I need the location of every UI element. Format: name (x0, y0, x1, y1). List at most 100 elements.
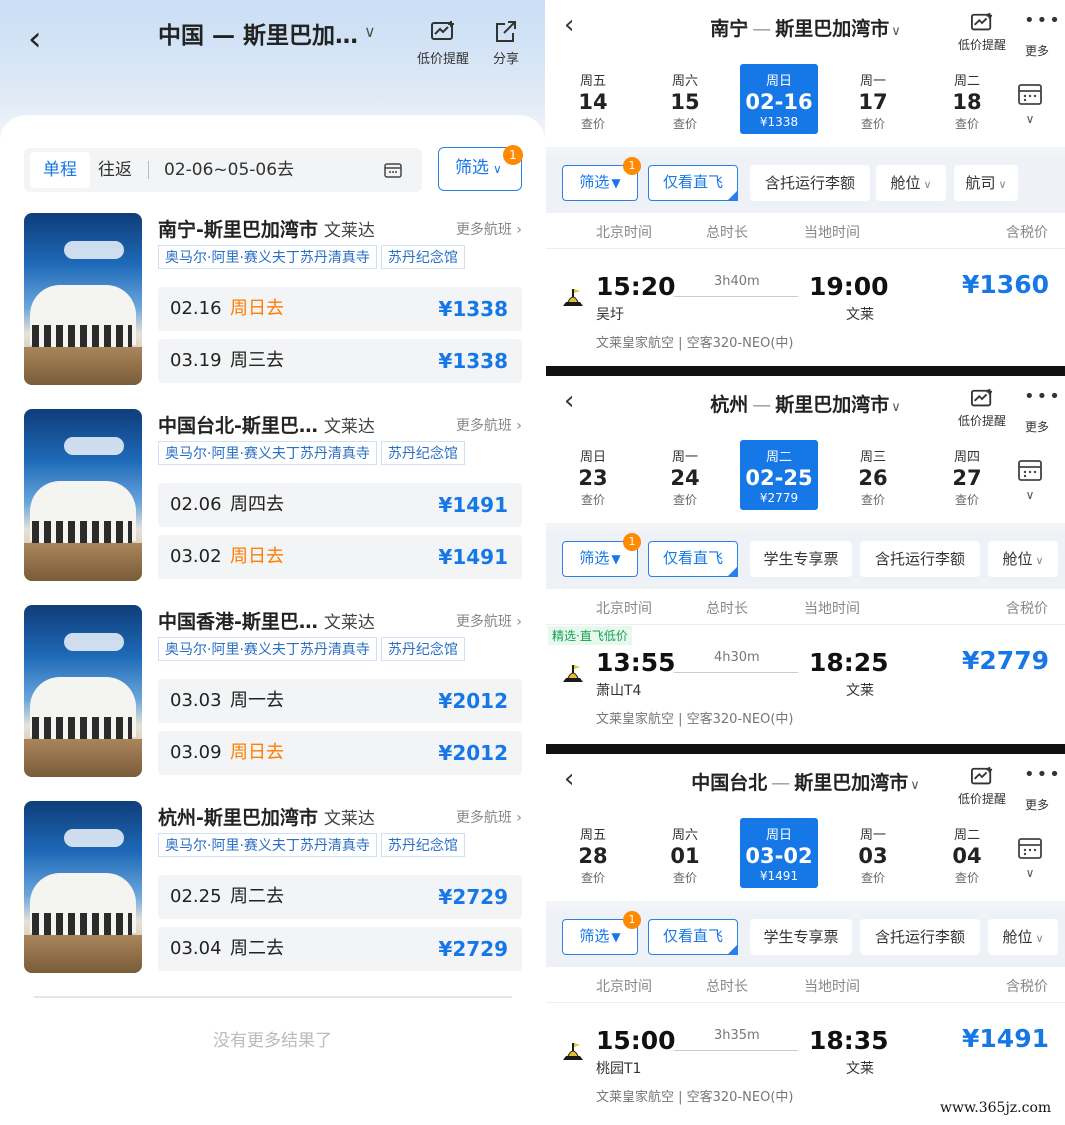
filter-chip[interactable]: 仅看直飞 (648, 919, 738, 955)
filter-chip[interactable]: 学生专享票 (750, 919, 852, 955)
tab-one-way[interactable]: 单程 (30, 152, 90, 188)
row-weekday: 周日去 (230, 742, 284, 763)
filter-chip[interactable]: 仅看直飞 (648, 541, 738, 577)
share-button[interactable]: 分享 (486, 20, 526, 67)
date-cell[interactable]: 周一 24 查价 (646, 440, 724, 510)
more-button[interactable]: ••• 更多 (1020, 388, 1060, 435)
more-button[interactable]: ••• 更多 (1020, 12, 1060, 59)
attraction-tag[interactable]: 奥马尔·阿里·赛义夫丁苏丹清真寺 (158, 637, 377, 661)
column-header: 含税价 (1006, 601, 1048, 617)
price-row[interactable]: 03.19 周三去 ¥1338 (158, 339, 522, 383)
date-price: ¥1491 (759, 869, 799, 883)
calendar-icon[interactable] (384, 162, 402, 178)
column-header: 当地时间 (804, 979, 860, 995)
date-cell[interactable]: 周五 28 查价 (554, 818, 632, 888)
attraction-tag[interactable]: 苏丹纪念馆 (380, 637, 465, 661)
chevron-down-icon: ∨ (891, 400, 901, 415)
date-cell[interactable]: 周六 15 查价 (646, 64, 724, 134)
date-weekday: 周日 (579, 450, 606, 465)
more-flights-link[interactable]: 更多航班 › (456, 219, 522, 239)
date-day: 02-16 (745, 90, 813, 114)
calendar-button[interactable]: ∨ (1016, 82, 1044, 132)
price-row[interactable]: 02.25 周二去 ¥2729 (158, 875, 522, 919)
chevron-down-icon: ∨ (1035, 932, 1044, 945)
date-cell[interactable]: 周一 17 查价 (834, 64, 912, 134)
price-alert-button[interactable]: 低价提醒 (954, 388, 1010, 429)
price-alert-button[interactable]: 低价提醒 (414, 20, 472, 67)
date-cell[interactable]: 周一 03 查价 (834, 818, 912, 888)
calendar-button[interactable]: ∨ (1016, 458, 1044, 508)
flight-row[interactable]: 15:00 桃园T1 3h35m 18:35 文莱 ¥1491 文莱皇家航空 |… (546, 1004, 1065, 1114)
route-card[interactable]: 杭州-斯里巴加湾市 文莱达 更多航班 › 奥马尔·阿里·赛义夫丁苏丹清真寺 苏丹纪念… (24, 801, 524, 976)
more-flights-label: 更多航班 (455, 810, 512, 826)
filter-chip[interactable]: 含托运行李额 (750, 165, 870, 201)
chevron-down-icon: ∨ (891, 24, 901, 39)
tab-round-trip[interactable]: 往返 (98, 148, 132, 192)
price-row[interactable]: 03.09 周日去 ¥2012 (158, 731, 522, 775)
price-row[interactable]: 03.04 周二去 ¥2729 (158, 927, 522, 971)
route-from: 杭州 (710, 394, 749, 416)
date-cell[interactable]: 周六 01 查价 (646, 818, 724, 888)
attraction-tag[interactable]: 奥马尔·阿里·赛义夫丁苏丹清真寺 (158, 441, 377, 465)
date-cell[interactable]: 周日 23 查价 (554, 440, 632, 510)
date-weekday: 周一 (859, 74, 886, 89)
date-price: 查价 (860, 117, 885, 131)
page-title[interactable]: 中国 — 斯里巴加… (158, 16, 358, 50)
date-day: 14 (578, 90, 608, 114)
back-icon[interactable]: ‹ (28, 22, 58, 56)
filter-chip[interactable]: 舱位 ∨ (988, 919, 1058, 955)
flight-row[interactable]: 精选·直飞低价 13:55 萧山T4 4h30m 18:25 文莱 ¥2779 … (546, 626, 1065, 736)
date-cell[interactable]: 周五 14 查价 (554, 64, 632, 134)
attraction-tag[interactable]: 奥马尔·阿里·赛义夫丁苏丹清真寺 (158, 245, 377, 269)
price-row[interactable]: 02.06 周四去 ¥1491 (158, 483, 522, 527)
attraction-tag[interactable]: 苏丹纪念馆 (380, 441, 465, 465)
route-card[interactable]: 中国香港-斯里巴… 文莱达 更多航班 › 奥马尔·阿里·赛义夫丁苏丹清真寺 苏丹纪念… (24, 605, 524, 780)
date-range[interactable]: 02-06~05-06去 (164, 148, 294, 192)
route-name: 中国台北-斯里巴… 文莱达 (158, 411, 375, 438)
no-more-results: 没有更多结果了 (213, 1031, 332, 1051)
chip-label: 舱位 (890, 174, 921, 192)
date-cell[interactable]: 周四 27 查价 (928, 440, 1006, 510)
date-cell[interactable]: 周二 04 查价 (928, 818, 1006, 888)
flight-row[interactable]: 15:20 吴圩 3h40m 19:00 文莱 ¥1360 文莱皇家航空 | 空… (546, 250, 1065, 360)
attraction-tag[interactable]: 奥马尔·阿里·赛义夫丁苏丹清真寺 (158, 833, 377, 857)
chevron-down-icon: ∨ (998, 178, 1007, 191)
date-cell[interactable]: 周日 03-02 ¥1491 (740, 818, 818, 888)
filter-chip[interactable]: 学生专享票 (750, 541, 852, 577)
more-flights-link[interactable]: 更多航班 › (456, 807, 522, 827)
filter-chip[interactable]: 含托运行李额 (860, 541, 980, 577)
airline-logo-icon (563, 289, 583, 306)
price-alert-button[interactable]: 低价提醒 (954, 766, 1010, 807)
date-cell[interactable]: 周二 02-25 ¥2779 (740, 440, 818, 510)
price-row[interactable]: 03.02 周日去 ¥1491 (158, 535, 522, 579)
price-row[interactable]: 03.03 周一去 ¥2012 (158, 679, 522, 723)
price-alert-button[interactable]: 低价提醒 (954, 12, 1010, 53)
date-cell[interactable]: 周日 02-16 ¥1338 (740, 64, 818, 134)
duration-line (674, 672, 798, 673)
date-cell[interactable]: 周三 26 查价 (834, 440, 912, 510)
route-card[interactable]: 南宁-斯里巴加湾市 文莱达 更多航班 › 奥马尔·阿里·赛义夫丁苏丹清真寺 苏丹纪念… (24, 213, 524, 388)
flight-price: ¥1491 (962, 1024, 1049, 1053)
chevron-down-icon[interactable]: ∨ (364, 22, 376, 41)
chip-label: 仅看直飞 (662, 927, 723, 945)
filter-chip[interactable]: 航司 ∨ (954, 165, 1018, 201)
route-card[interactable]: 中国台北-斯里巴… 文莱达 更多航班 › 奥马尔·阿里·赛义夫丁苏丹清真寺 苏丹纪念… (24, 409, 524, 584)
more-flights-link[interactable]: 更多航班 › (456, 611, 522, 631)
more-flights-link[interactable]: 更多航班 › (456, 415, 522, 435)
row-date: 03.19 (170, 350, 222, 371)
calendar-button[interactable]: ∨ (1016, 836, 1044, 886)
filter-chip[interactable]: 含托运行李额 (860, 919, 980, 955)
attraction-tag[interactable]: 苏丹纪念馆 (380, 245, 465, 269)
row-weekday: 周一去 (230, 690, 284, 711)
more-button[interactable]: ••• 更多 (1020, 766, 1060, 813)
date-cell[interactable]: 周二 18 查价 (928, 64, 1006, 134)
tag-list: 奥马尔·阿里·赛义夫丁苏丹清真寺 苏丹纪念馆 (158, 833, 469, 857)
date-day: 26 (858, 466, 888, 490)
filter-chip[interactable]: 仅看直飞 (648, 165, 738, 201)
attraction-tag[interactable]: 苏丹纪念馆 (380, 833, 465, 857)
filter-chip[interactable]: 舱位 ∨ (876, 165, 946, 201)
filter-chip[interactable]: 舱位 ∨ (988, 541, 1058, 577)
price-row[interactable]: 02.16 周日去 ¥1338 (158, 287, 522, 331)
route-title: 中国香港-斯里巴… (158, 611, 318, 633)
divider (546, 901, 1065, 909)
